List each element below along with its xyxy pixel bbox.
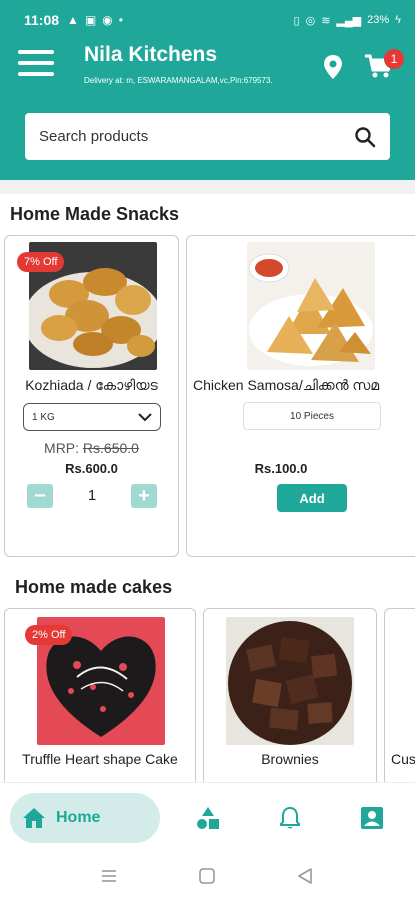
wifi-icon: ≋ — [321, 14, 331, 27]
menu-icon[interactable] — [18, 50, 54, 76]
quantity-increase-button[interactable]: + — [131, 484, 157, 508]
header-divider — [0, 180, 415, 194]
variant-option[interactable]: 10 Pieces — [243, 402, 381, 430]
chevron-down-icon — [138, 413, 152, 422]
app-header: Nila Kitchens Delivery at: m, ESWARAMANG… — [0, 40, 415, 180]
product-name[interactable]: Brownies — [204, 751, 376, 767]
notification-icon: ▲ — [67, 13, 79, 27]
profile-icon[interactable] — [360, 806, 384, 830]
search-input[interactable] — [39, 128, 354, 145]
home-icon — [23, 808, 45, 828]
app-screen: 11:08 ▲ ▣ ◉ • ▯ ◎ ≋ ▂▄▆ 23% ϟ Nila Kitch… — [0, 0, 415, 900]
location-pin-icon[interactable] — [322, 54, 344, 80]
brownies-photo — [226, 617, 354, 745]
nav-home-label: Home — [56, 809, 101, 826]
variant-value: 1 KG — [32, 411, 55, 423]
product-card[interactable]: Brownies — [203, 608, 377, 808]
battery-icon: ϟ — [395, 14, 401, 26]
section-title-snacks: Home Made Snacks — [10, 204, 180, 224]
product-card[interactable]: Cus — [384, 608, 415, 808]
product-name[interactable]: Cus — [391, 751, 415, 767]
product-name[interactable]: Chicken Samosa/ചിക്കൻ സമ — [193, 377, 415, 394]
discount-badge: 2% Off — [25, 625, 73, 645]
status-bar: 11:08 ▲ ▣ ◉ • ▯ ◎ ≋ ▂▄▆ 23% ϟ — [0, 0, 415, 40]
delivery-address[interactable]: Delivery at: m, ESWARAMANGALAM,vc,Pin:67… — [84, 76, 273, 85]
product-image[interactable] — [226, 617, 354, 745]
recent-apps-icon[interactable] — [100, 867, 118, 885]
signal-icon: ▂▄▆ — [336, 14, 362, 27]
selling-price: Rs.600.0 — [65, 461, 118, 476]
home-button-icon[interactable] — [198, 867, 216, 885]
status-time: 11:08 — [24, 12, 60, 28]
search-icon[interactable] — [354, 126, 376, 148]
section-title-cakes: Home made cakes — [15, 577, 173, 597]
add-to-cart-button[interactable]: Add — [277, 484, 347, 512]
categories-icon[interactable] — [196, 806, 220, 830]
status-right: ▯ ◎ ≋ ▂▄▆ 23% ϟ — [294, 14, 401, 27]
dot-icon: • — [118, 13, 123, 27]
product-card[interactable]: Chicken Samosa/ചിക്കൻ സമ 10 Pieces Rs.10… — [186, 235, 415, 557]
selling-price: Rs.100.0 — [254, 461, 308, 476]
system-navigation-bar — [0, 852, 415, 900]
cart-count-badge: 1 — [384, 49, 404, 69]
message-icon: ◉ — [102, 13, 113, 27]
product-image[interactable] — [247, 242, 375, 370]
quantity-decrease-button[interactable]: − — [27, 484, 53, 508]
variant-dropdown[interactable]: 1 KG — [23, 403, 161, 431]
app-title: Nila Kitchens — [84, 43, 218, 66]
nav-home[interactable]: Home — [10, 793, 160, 843]
product-name[interactable]: Truffle Heart shape Cake — [5, 751, 195, 767]
location-status-icon: ◎ — [305, 14, 316, 27]
vibrate-icon: ▯ — [293, 14, 300, 27]
search-bar[interactable] — [25, 113, 390, 160]
product-name[interactable]: Kozhiada / കോഴിയട — [5, 377, 178, 394]
battery-text: 23% — [367, 14, 390, 26]
mrp-label: MRP: — [44, 440, 83, 456]
notifications-icon[interactable] — [278, 806, 302, 830]
mrp-price: MRP: Rs.650.0 — [5, 440, 178, 456]
quantity-value: 1 — [87, 487, 97, 504]
mrp-value: Rs.650.0 — [82, 440, 139, 456]
back-icon[interactable] — [296, 867, 314, 885]
samosa-photo — [247, 242, 375, 370]
bottom-navigation: Home — [0, 782, 415, 852]
discount-badge: 7% Off — [17, 252, 65, 272]
gallery-icon: ▣ — [84, 13, 97, 27]
product-card[interactable]: 2% Off Truffle Heart shape Cake — [4, 608, 196, 808]
product-card[interactable]: 7% Off Kozhiada / കോഴിയട 1 KG MRP: Rs.65… — [4, 235, 179, 557]
